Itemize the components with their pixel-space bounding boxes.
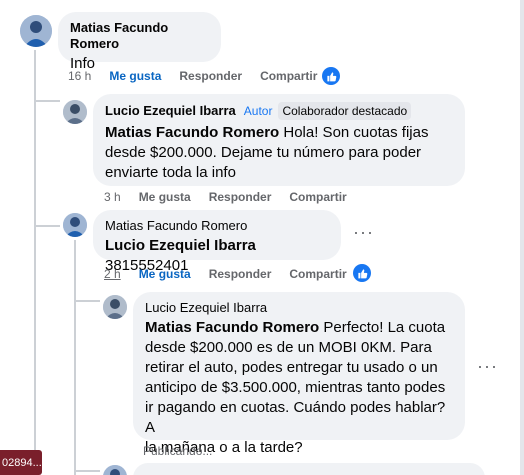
avatar-photo-icon <box>103 295 127 319</box>
comment-bubble: Lucio Ezequiel Ibarra Matias Facundo Rom… <box>133 292 465 456</box>
comment-text: Matias Facundo Romero Perfecto! La cuota… <box>145 319 446 456</box>
top-contributor-badge: Colaborador destacado <box>278 102 412 120</box>
reply-input-bubble[interactable] <box>133 463 485 475</box>
thread-line-sub <box>74 240 76 475</box>
comment-bubble: Matias Facundo Romero Info <box>58 12 221 72</box>
mention-link[interactable]: Matias Facundo Romero <box>105 124 279 141</box>
comment-author[interactable]: Lucio Ezequiel Ibarra <box>145 300 453 316</box>
comment-time[interactable]: 2 h <box>104 266 121 282</box>
scrollbar[interactable] <box>520 0 524 475</box>
comment-bubble: Matias Facundo Romero Lucio Ezequiel Iba… <box>93 210 341 274</box>
comment-author[interactable]: Lucio Ezequiel Ibarra <box>105 103 236 119</box>
comment-actions: 2 h Me gusta Responder Compartir <box>104 266 365 282</box>
like-reaction-icon[interactable] <box>353 264 371 282</box>
avatar-photo-icon <box>20 15 52 47</box>
like-button[interactable]: Me gusta <box>109 68 161 84</box>
more-options-icon[interactable]: ··· <box>353 222 374 243</box>
avatar[interactable] <box>63 213 87 237</box>
comment-author[interactable]: Matias Facundo Romero <box>70 20 209 52</box>
more-options-icon[interactable]: ··· <box>477 356 498 377</box>
thread-line-main <box>34 50 36 475</box>
reply-button[interactable]: Responder <box>209 266 272 282</box>
share-button[interactable]: Compartir <box>260 68 317 84</box>
thread-line-branch-2 <box>34 225 60 227</box>
publishing-status: Publicando... <box>143 444 213 458</box>
avatar-photo-icon <box>63 100 87 124</box>
mention-link[interactable]: Lucio Ezequiel Ibarra <box>105 237 256 254</box>
like-reaction-icon[interactable] <box>322 67 340 85</box>
notification-chip-text: 02894... <box>2 456 42 469</box>
comment-bubble: Lucio Ezequiel Ibarra Autor Colaborador … <box>93 94 465 186</box>
reply-button[interactable]: Responder <box>179 68 242 84</box>
thread-line-branch-4 <box>74 470 100 472</box>
comment-author[interactable]: Matias Facundo Romero <box>105 218 329 234</box>
avatar[interactable] <box>103 465 127 475</box>
avatar-photo-icon <box>63 213 87 237</box>
mention-link[interactable]: Matias Facundo Romero <box>145 319 319 336</box>
like-button[interactable]: Me gusta <box>139 266 191 282</box>
share-button[interactable]: Compartir <box>289 266 346 282</box>
comment-time[interactable]: 3 h <box>104 189 121 205</box>
avatar[interactable] <box>20 15 52 47</box>
avatar-photo-icon <box>103 465 127 475</box>
thread-line-branch-3 <box>74 300 100 302</box>
comment-actions: 3 h Me gusta Responder Compartir <box>104 189 365 205</box>
comment-status: Publicando... <box>143 443 230 459</box>
thread-line-branch-1 <box>34 100 60 102</box>
share-button[interactable]: Compartir <box>289 189 346 205</box>
comment-actions: 16 h Me gusta Responder Compartir <box>68 68 335 84</box>
like-button[interactable]: Me gusta <box>139 189 191 205</box>
comment-time[interactable]: 16 h <box>68 68 91 84</box>
avatar[interactable] <box>63 100 87 124</box>
author-badge: Autor <box>243 104 273 118</box>
comment-text: Matias Facundo Romero Hola! Son cuotas f… <box>105 124 429 181</box>
comment-header: Lucio Ezequiel Ibarra Autor Colaborador … <box>105 102 453 120</box>
reply-button[interactable]: Responder <box>209 189 272 205</box>
notification-chip[interactable]: 02894... <box>0 450 42 475</box>
avatar[interactable] <box>103 295 127 319</box>
